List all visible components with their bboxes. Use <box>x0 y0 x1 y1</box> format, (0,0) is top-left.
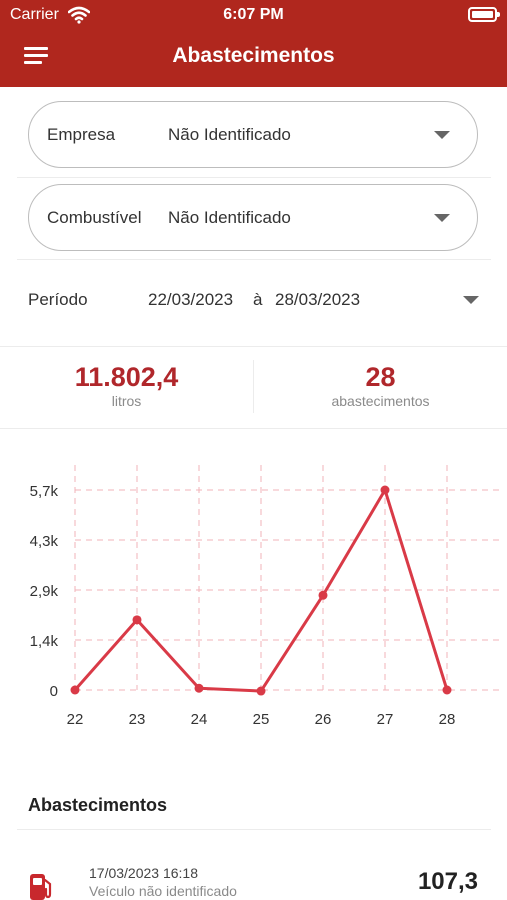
abastecimentos-caption: abastecimentos <box>331 393 430 409</box>
y-tick-label: 2,9k <box>30 583 59 600</box>
empresa-label: Empresa <box>47 125 116 144</box>
consumption-line-chart: 0 1,4k 2,9k 4,3k 5,7k 22 23 24 25 26 27 28 <box>30 465 500 728</box>
abastecimentos-value: 28 <box>365 362 396 392</box>
page-title: Abastecimentos <box>172 44 335 67</box>
data-point <box>70 685 80 695</box>
empresa-select[interactable]: Empresa Não Identificado <box>28 101 478 168</box>
combustivel-select[interactable]: Combustível Não Identificado <box>28 184 478 251</box>
period-start-date[interactable]: 22/03/2023 <box>148 290 233 310</box>
period-label: Período <box>28 290 88 309</box>
period-separator: à <box>253 290 263 309</box>
empresa-value: Não Identificado <box>168 125 291 144</box>
entry-liters-value: 107,3 <box>417 868 478 895</box>
divider <box>17 177 491 178</box>
abastecimentos-summary: 28 abastecimentos <box>254 362 507 409</box>
battery-icon <box>468 7 500 22</box>
litros-value: 11.802,4 <box>74 362 179 392</box>
chevron-down-icon <box>434 131 450 139</box>
x-tick-label: 27 <box>377 711 394 728</box>
combustivel-label: Combustível <box>47 208 142 227</box>
entry-datetime: 17/03/2023 16:18 <box>89 865 198 881</box>
status-time: 6:07 PM <box>223 6 284 23</box>
combustivel-value: Não Identificado <box>168 208 291 227</box>
data-point <box>318 590 328 600</box>
list-section-title: Abastecimentos <box>28 795 168 815</box>
data-point <box>132 615 142 625</box>
y-tick-label: 1,4k <box>30 633 59 650</box>
divider <box>17 829 491 830</box>
data-point <box>442 685 452 695</box>
entry-vehicle: Veículo não identificado <box>89 883 237 899</box>
data-point <box>194 683 204 693</box>
x-tick-label: 22 <box>67 711 84 728</box>
data-point <box>380 485 390 495</box>
divider <box>0 428 507 429</box>
x-tick-label: 25 <box>253 711 270 728</box>
data-point <box>256 686 266 696</box>
y-tick-label: 5,7k <box>30 483 59 500</box>
x-tick-label: 28 <box>439 711 456 728</box>
x-tick-label: 26 <box>315 711 332 728</box>
litros-summary: 11.802,4 litros <box>0 362 253 409</box>
fuel-pump-icon <box>30 874 52 900</box>
chevron-down-icon <box>434 214 450 222</box>
status-bar: Carrier 6:07 PM <box>0 0 507 30</box>
litros-caption: litros <box>111 393 142 409</box>
chevron-down-icon[interactable] <box>463 296 479 304</box>
x-tick-label: 24 <box>191 711 208 728</box>
app-header: Carrier 6:07 PM Abastecimentos <box>0 0 507 87</box>
x-tick-label: 23 <box>129 711 146 728</box>
divider <box>17 259 491 260</box>
y-tick-label: 0 <box>50 683 58 700</box>
period-end-date[interactable]: 28/03/2023 <box>275 290 360 310</box>
y-tick-label: 4,3k <box>30 533 59 550</box>
divider <box>0 346 507 347</box>
